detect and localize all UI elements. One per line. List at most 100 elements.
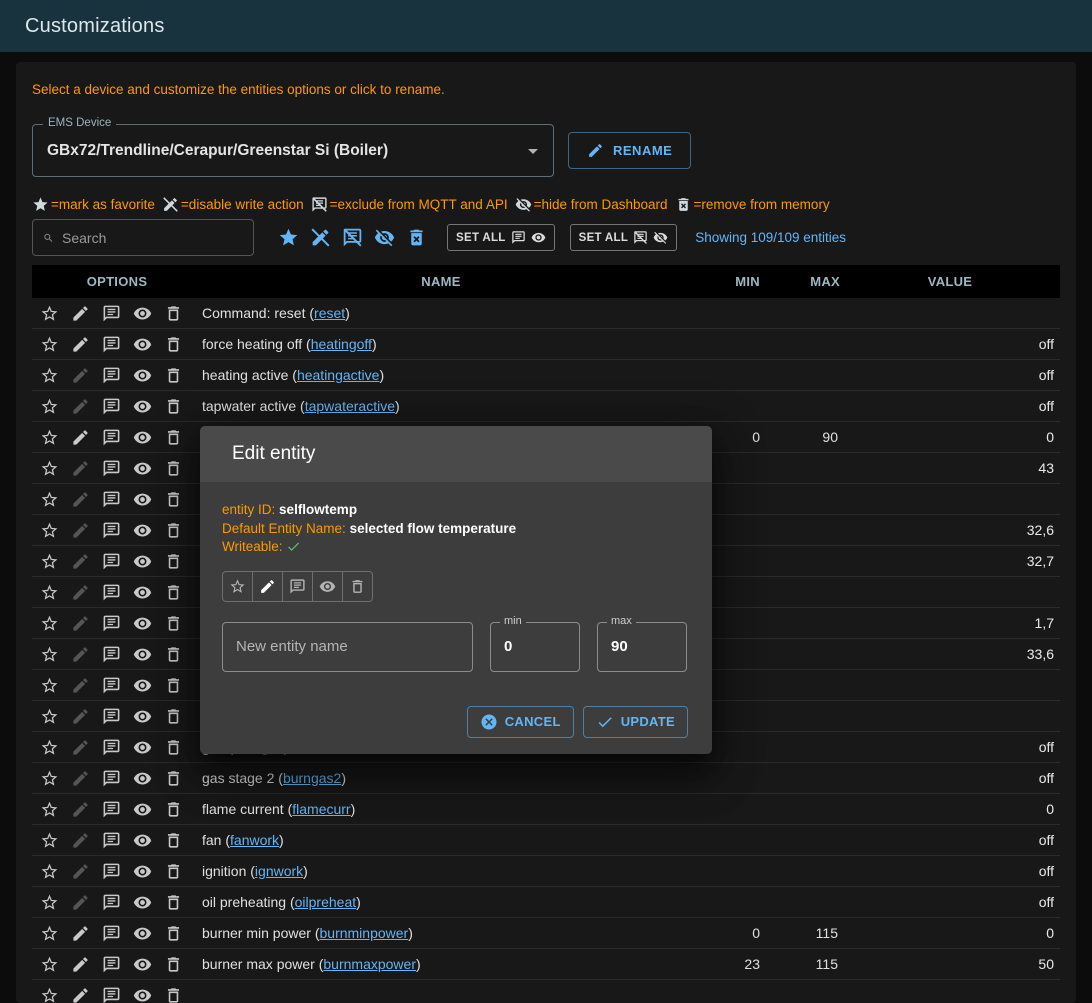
eye-icon[interactable] bbox=[133, 583, 152, 602]
comment-icon[interactable] bbox=[102, 986, 121, 1003]
edit-icon[interactable] bbox=[71, 707, 90, 726]
delete-icon[interactable] bbox=[164, 428, 183, 447]
edit-icon[interactable] bbox=[71, 490, 90, 509]
star-icon[interactable] bbox=[40, 986, 59, 1003]
table-row[interactable] bbox=[32, 980, 1060, 1003]
delete-icon[interactable] bbox=[164, 521, 183, 540]
eye-icon[interactable] bbox=[133, 304, 152, 323]
entity-link[interactable]: ignwork bbox=[255, 863, 303, 879]
star-icon[interactable] bbox=[40, 304, 59, 323]
edit-icon[interactable] bbox=[71, 769, 90, 788]
delete-icon[interactable] bbox=[164, 893, 183, 912]
star-icon[interactable] bbox=[40, 769, 59, 788]
comment-icon[interactable] bbox=[102, 831, 121, 850]
eye-icon[interactable] bbox=[133, 552, 152, 571]
entity-link[interactable]: reset bbox=[314, 305, 345, 321]
delete-icon[interactable] bbox=[164, 459, 183, 478]
delete-icon[interactable] bbox=[164, 552, 183, 571]
entity-link[interactable]: tapwateractive bbox=[305, 398, 395, 414]
edit-icon[interactable] bbox=[71, 645, 90, 664]
eye-icon[interactable] bbox=[133, 769, 152, 788]
star-icon[interactable] bbox=[40, 552, 59, 571]
delete-icon[interactable] bbox=[164, 955, 183, 974]
eye-icon[interactable] bbox=[133, 800, 152, 819]
star-icon[interactable] bbox=[40, 583, 59, 602]
table-row[interactable]: Command: reset (reset) bbox=[32, 298, 1060, 329]
star-icon[interactable] bbox=[40, 676, 59, 695]
delete-icon[interactable] bbox=[164, 304, 183, 323]
eye-icon[interactable] bbox=[133, 397, 152, 416]
comment-icon[interactable] bbox=[102, 800, 121, 819]
comment-icon[interactable] bbox=[102, 924, 121, 943]
star-icon[interactable] bbox=[40, 521, 59, 540]
search-input[interactable] bbox=[62, 230, 243, 246]
ems-device-select[interactable]: EMS Device GBx72/Trendline/Cerapur/Green… bbox=[32, 124, 554, 177]
delete-icon[interactable] bbox=[164, 800, 183, 819]
comment-icon[interactable] bbox=[102, 459, 121, 478]
edit-icon[interactable] bbox=[71, 397, 90, 416]
eye-icon[interactable] bbox=[133, 614, 152, 633]
table-row[interactable]: fan (fanwork) off bbox=[32, 825, 1060, 856]
entity-link[interactable]: burngas2 bbox=[283, 770, 341, 786]
delete-icon[interactable] bbox=[164, 924, 183, 943]
delete-icon[interactable] bbox=[164, 862, 183, 881]
delete-icon[interactable] bbox=[164, 831, 183, 850]
entity-link[interactable]: heatingactive bbox=[297, 367, 380, 383]
comment-icon[interactable] bbox=[102, 583, 121, 602]
edit-icon[interactable] bbox=[71, 893, 90, 912]
edit-icon[interactable] bbox=[71, 831, 90, 850]
star-icon[interactable] bbox=[40, 831, 59, 850]
comment-icon[interactable] bbox=[102, 614, 121, 633]
delete-icon[interactable] bbox=[164, 645, 183, 664]
eye-icon[interactable] bbox=[133, 955, 152, 974]
eye-icon[interactable] bbox=[133, 459, 152, 478]
delete-icon[interactable] bbox=[164, 707, 183, 726]
eye-icon[interactable] bbox=[133, 707, 152, 726]
edit-icon[interactable] bbox=[71, 335, 90, 354]
comment-icon[interactable] bbox=[102, 769, 121, 788]
comment-icon[interactable] bbox=[102, 397, 121, 416]
toggle-disable-write-button[interactable] bbox=[252, 571, 283, 602]
filter-favorite-icon[interactable] bbox=[278, 227, 299, 248]
delete-icon[interactable] bbox=[164, 490, 183, 509]
eye-icon[interactable] bbox=[133, 490, 152, 509]
set-all-show-button[interactable]: SET ALL bbox=[447, 224, 555, 251]
entity-link[interactable]: oilpreheat bbox=[295, 894, 357, 910]
edit-icon[interactable] bbox=[71, 521, 90, 540]
comment-icon[interactable] bbox=[102, 676, 121, 695]
comment-icon[interactable] bbox=[102, 862, 121, 881]
star-icon[interactable] bbox=[40, 614, 59, 633]
delete-icon[interactable] bbox=[164, 614, 183, 633]
comment-icon[interactable] bbox=[102, 304, 121, 323]
star-icon[interactable] bbox=[40, 397, 59, 416]
comment-icon[interactable] bbox=[102, 738, 121, 757]
eye-icon[interactable] bbox=[133, 521, 152, 540]
comment-icon[interactable] bbox=[102, 490, 121, 509]
star-icon[interactable] bbox=[40, 893, 59, 912]
edit-icon[interactable] bbox=[71, 459, 90, 478]
toggle-hide-dashboard-button[interactable] bbox=[312, 571, 343, 602]
comment-icon[interactable] bbox=[102, 955, 121, 974]
table-row[interactable]: oil preheating (oilpreheat) off bbox=[32, 887, 1060, 918]
star-icon[interactable] bbox=[40, 707, 59, 726]
star-icon[interactable] bbox=[40, 645, 59, 664]
filter-remove-memory-icon[interactable] bbox=[406, 227, 427, 248]
eye-icon[interactable] bbox=[133, 862, 152, 881]
delete-icon[interactable] bbox=[164, 366, 183, 385]
edit-icon[interactable] bbox=[71, 676, 90, 695]
edit-icon[interactable] bbox=[71, 800, 90, 819]
star-icon[interactable] bbox=[40, 428, 59, 447]
edit-icon[interactable] bbox=[71, 304, 90, 323]
comment-icon[interactable] bbox=[102, 893, 121, 912]
edit-icon[interactable] bbox=[71, 862, 90, 881]
new-entity-name-input[interactable] bbox=[236, 638, 459, 655]
entity-link[interactable]: burnmaxpower bbox=[323, 956, 416, 972]
filter-hide-dashboard-icon[interactable] bbox=[374, 227, 395, 248]
eye-icon[interactable] bbox=[133, 986, 152, 1003]
delete-icon[interactable] bbox=[164, 738, 183, 757]
edit-icon[interactable] bbox=[71, 428, 90, 447]
entity-link[interactable]: fanwork bbox=[230, 832, 279, 848]
edit-icon[interactable] bbox=[71, 924, 90, 943]
set-all-hide-button[interactable]: SET ALL bbox=[570, 224, 678, 251]
table-row[interactable]: heating active (heatingactive) off bbox=[32, 360, 1060, 391]
